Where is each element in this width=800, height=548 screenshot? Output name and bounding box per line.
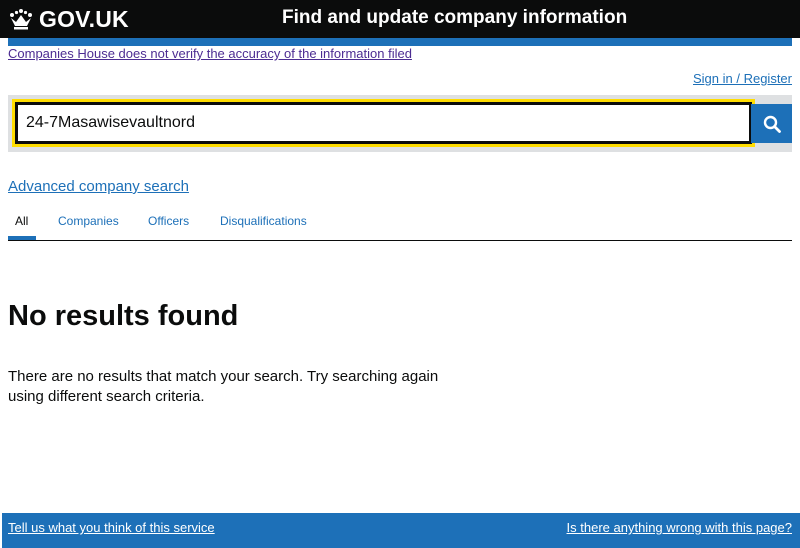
service-name-link[interactable]: Find and update company information [282,7,627,29]
search-input[interactable] [12,99,755,147]
sign-in-register-link[interactable]: Sign in / Register [693,71,792,86]
disclaimer-link[interactable]: Companies House does not verify the accu… [8,46,412,61]
site-header: GOV.UK Find and update company informati… [0,0,800,38]
search-panel [8,95,792,152]
report-problem-link[interactable]: Is there anything wrong with this page? [567,520,792,535]
tab-officers[interactable]: Officers [148,214,189,228]
feedback-footer: Tell us what you think of this service I… [2,513,800,548]
no-results-message: There are no results that match your sea… [8,368,439,405]
search-tabs: All Companies Officers Disqualifications [8,209,792,241]
crown-icon [10,9,32,30]
search-icon [763,115,781,133]
active-tab-indicator [8,236,36,240]
tab-companies[interactable]: Companies [58,214,119,228]
govuk-logo-link[interactable]: GOV.UK [8,4,129,34]
search-button[interactable] [751,104,792,143]
page-title: No results found [8,300,239,332]
tab-all[interactable]: All [15,214,28,228]
logo-text: GOV.UK [39,5,129,32]
advanced-search-link[interactable]: Advanced company search [8,178,189,195]
feedback-link[interactable]: Tell us what you think of this service [8,520,215,535]
tab-disqualifications[interactable]: Disqualifications [220,214,307,228]
header-blue-strip [8,38,792,46]
